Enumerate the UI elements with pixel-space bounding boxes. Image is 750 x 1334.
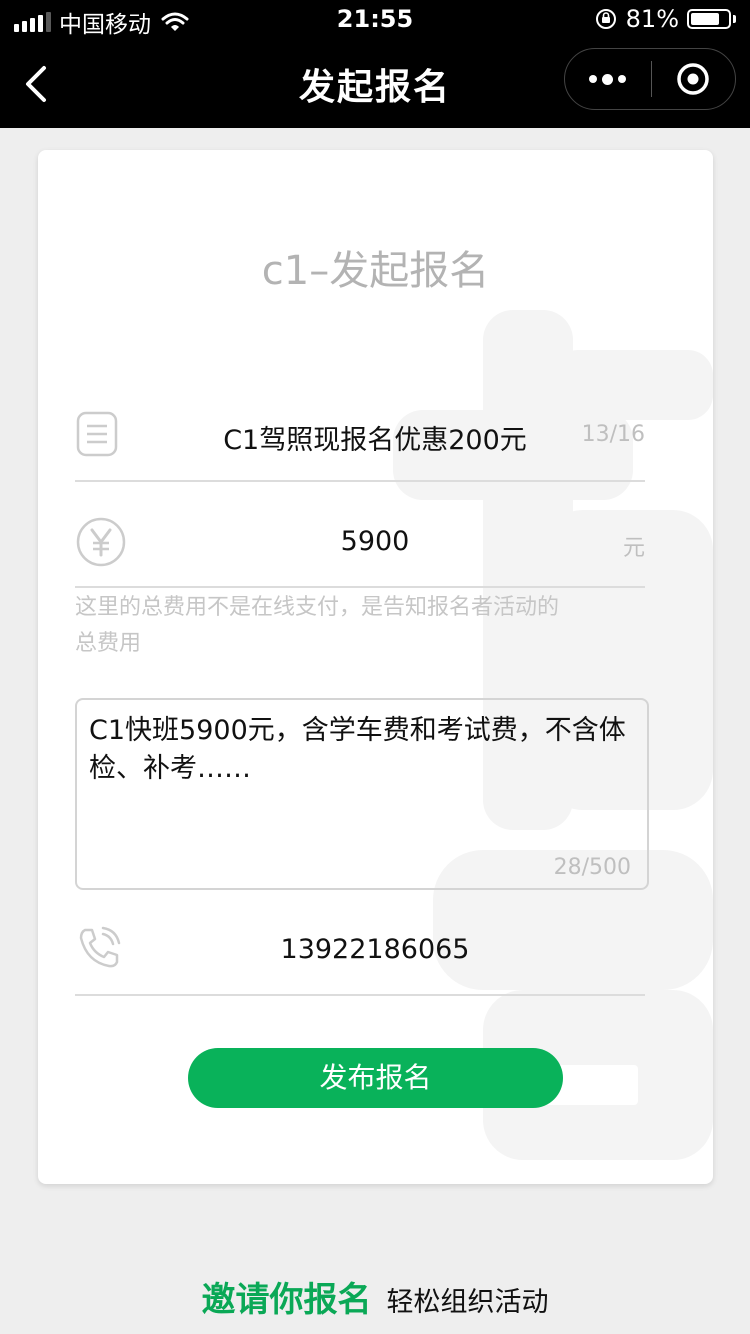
- fee-input[interactable]: 5900: [75, 526, 675, 557]
- target-circle-icon: [677, 63, 709, 95]
- battery-percent: 81%: [625, 5, 679, 33]
- more-dots-icon: [589, 75, 598, 83]
- description-textarea[interactable]: C1快班5900元，含学车费和考试费，不含体检、补考…… 28/500: [75, 698, 649, 890]
- close-button[interactable]: [652, 49, 736, 109]
- publish-button[interactable]: 发布报名: [188, 1048, 563, 1108]
- phone-field-row[interactable]: 13922186065: [75, 918, 645, 996]
- title-field-row[interactable]: C1驾照现报名优惠200元 13/16: [75, 408, 645, 482]
- status-right: 81%: [594, 5, 736, 33]
- status-bar: 中国移动 21:55 81%: [0, 0, 750, 40]
- title-char-count: 13/16: [581, 422, 645, 447]
- footer-sub-text: 轻松组织活动: [386, 1287, 549, 1318]
- footer-slogan: 邀请你报名 轻松组织活动: [0, 1272, 750, 1321]
- fee-hint: 这里的总费用不是在线支付，是告知报名者活动的总费用: [75, 595, 560, 656]
- more-dot-right: [618, 75, 627, 83]
- phone-input[interactable]: 13922186065: [75, 934, 675, 965]
- battery-fill: [691, 13, 720, 25]
- fee-field-row[interactable]: 5900 元: [75, 512, 645, 588]
- more-button[interactable]: [565, 49, 651, 109]
- description-char-count: 28/500: [553, 855, 631, 880]
- capsule-menu: [564, 48, 736, 110]
- description-text[interactable]: C1快班5900元，含学车费和考试费，不含体检、补考……: [89, 712, 634, 788]
- nav-bar: 发起报名: [0, 40, 750, 128]
- more-dot-center: [602, 73, 614, 85]
- rotation-lock-icon: [595, 9, 616, 29]
- footer-main-text: 邀请你报名: [201, 1280, 372, 1320]
- battery-cap: [733, 15, 736, 23]
- fee-unit: 元: [622, 536, 645, 561]
- form-card: c1–发起报名 C1驾照现报名优惠200元 13/16 5900 元 这里的总费…: [38, 150, 713, 1184]
- form-heading: c1–发起报名: [261, 248, 490, 294]
- battery-icon: [687, 9, 731, 29]
